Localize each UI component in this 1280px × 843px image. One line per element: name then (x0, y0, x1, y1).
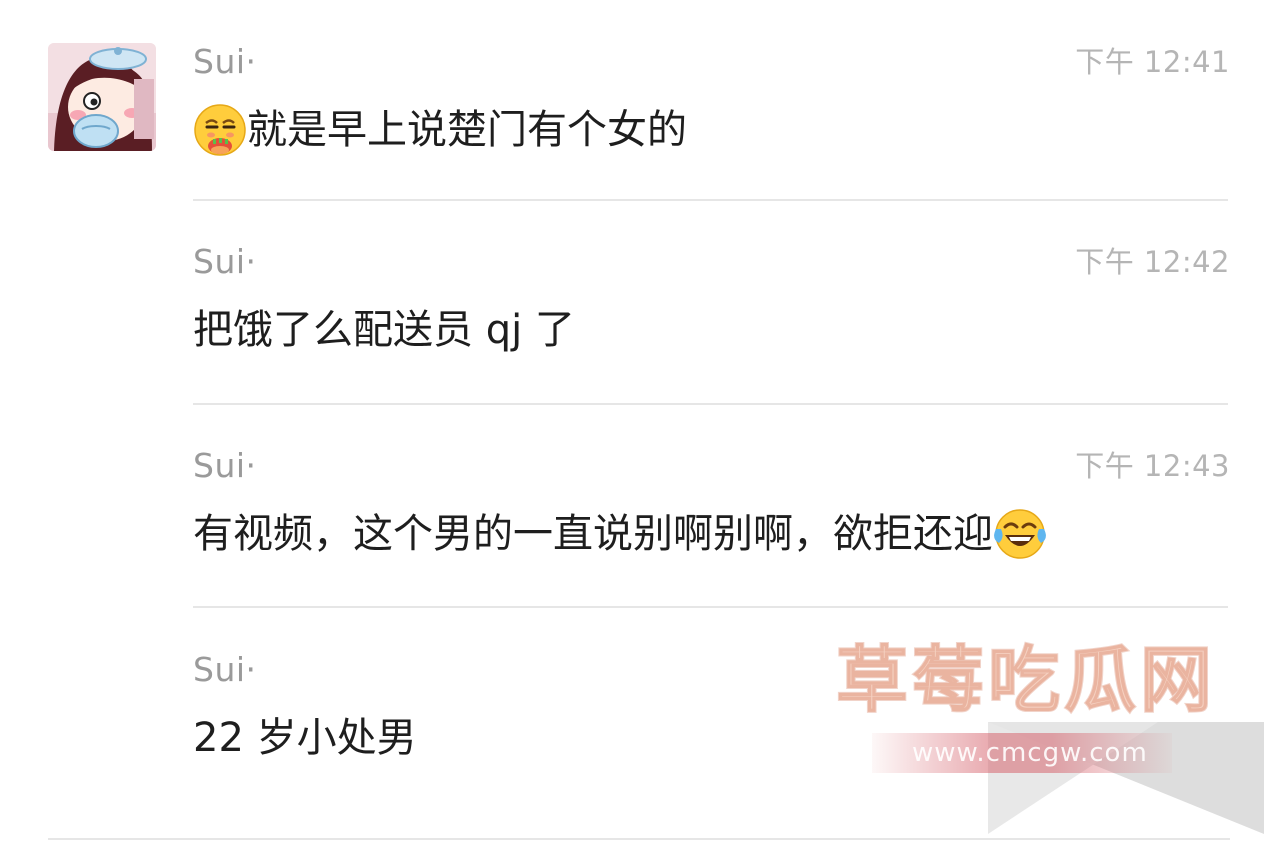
message-divider (48, 838, 1230, 840)
chat-message[interactable]: Sui· 下午 12:43 有视频，这个男的一直说别啊别啊，欲拒还迎 (193, 446, 1230, 576)
message-time: 下午 12:41 (1075, 45, 1230, 79)
chat-message[interactable]: Sui· 下午 12:42 把饿了么配送员 qj 了 (193, 242, 1230, 372)
sender-name: Sui· (193, 650, 257, 689)
tears-of-joy-emoji-icon (993, 507, 1047, 561)
sender-name: Sui· (193, 242, 257, 281)
message-divider (193, 606, 1228, 608)
chat-message[interactable]: Sui· 下午 12:41 就是早上说楚门有个女的 (193, 42, 1230, 172)
sender-name: Sui· (193, 42, 257, 81)
message-divider (193, 403, 1228, 405)
message-body: 有视频，这个男的一直说别啊别啊，欲拒还迎 (193, 511, 993, 557)
chat-page: Sui· 下午 12:41 就是早上说楚门有个女的 Sui· 下午 12:42 … (0, 0, 1280, 843)
message-time: 下午 12:43 (1075, 449, 1230, 483)
cartoon-girl-avatar-icon (48, 43, 156, 151)
smirk-emoji-icon (193, 103, 247, 157)
watermark-url: www.cmcgw.com (912, 738, 1148, 768)
avatar[interactable] (48, 43, 156, 151)
message-text-row: 22 岁小处男 (193, 710, 417, 766)
message-text-row: 有视频，这个男的一直说别啊别啊，欲拒还迎 (193, 506, 1047, 562)
message-body: 22 岁小处男 (193, 715, 417, 761)
sender-name: Sui· (193, 446, 257, 485)
watermark-title: 草莓吃瓜网 (835, 638, 1217, 722)
message-divider (193, 199, 1228, 201)
message-time: 下午 12:42 (1075, 245, 1230, 279)
message-body: 把饿了么配送员 qj 了 (193, 307, 575, 353)
message-text-row: 把饿了么配送员 qj 了 (193, 302, 575, 358)
message-text-row: 就是早上说楚门有个女的 (193, 102, 687, 158)
message-body: 就是早上说楚门有个女的 (247, 107, 687, 153)
